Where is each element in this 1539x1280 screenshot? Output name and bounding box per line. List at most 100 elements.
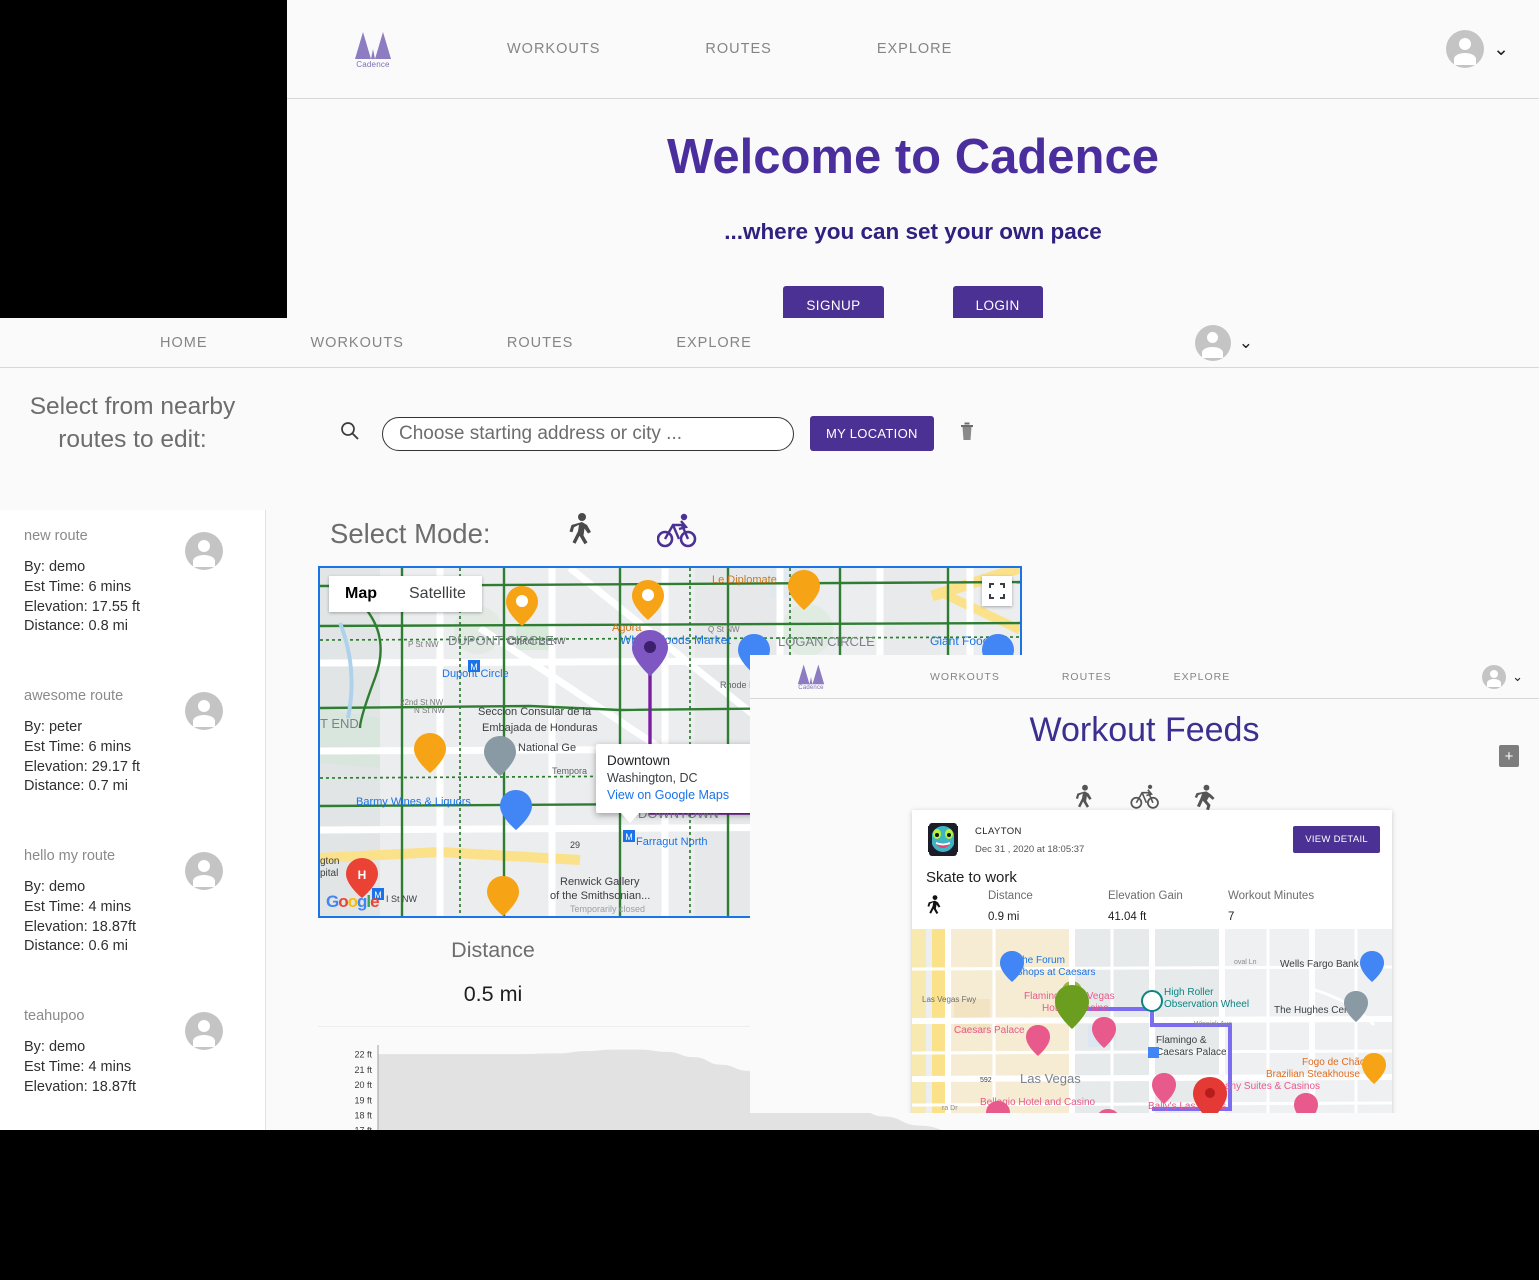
workout-feeds-window: Cadence WORKOUTS ROUTES EXPLORE ⌄ Workou… xyxy=(750,655,1539,1113)
window2-navbar: HOME WORKOUTS ROUTES EXPLORE ⌄ xyxy=(0,318,1539,368)
nav-link-routes[interactable]: ROUTES xyxy=(705,41,771,57)
mountain-logo-icon xyxy=(795,663,827,685)
route-author: By: demo xyxy=(24,1039,86,1055)
tab-satellite[interactable]: Satellite xyxy=(393,576,482,612)
nav-link-workouts[interactable]: WORKOUTS xyxy=(311,335,404,351)
stat-value: 0.9 mi xyxy=(988,911,1020,923)
search-input[interactable] xyxy=(382,416,794,451)
account-avatar-icon xyxy=(1482,664,1507,689)
y-axis-tick: 22 ft xyxy=(354,1050,372,1060)
workout-route-map[interactable]: The Forum Shops at Caesars Wells Fargo Ban… xyxy=(912,929,1392,1113)
route-author: By: demo xyxy=(24,559,86,575)
landing-window: Cadence WORKOUTS ROUTES EXPLORE ⌄ Welcom… xyxy=(287,0,1539,318)
mountain-logo-icon xyxy=(352,30,394,60)
workout-title: Skate to work xyxy=(926,869,1017,886)
route-name: new route xyxy=(24,528,88,544)
account-menu[interactable]: ⌄ xyxy=(1446,30,1509,68)
workout-card[interactable]: CLAYTON Dec 31 , 2020 at 18:05:37 VIEW D… xyxy=(912,810,1392,1113)
workout-timestamp: Dec 31 , 2020 at 18:05:37 xyxy=(975,844,1085,855)
info-title: Downtown xyxy=(607,753,671,768)
nav-link-explore[interactable]: EXPLORE xyxy=(1174,671,1231,683)
workout-user: CLAYTON xyxy=(975,826,1022,837)
logo-wordmark: Cadence xyxy=(798,684,824,691)
y-axis-tick: 18 ft xyxy=(354,1110,372,1120)
stat-value: 7 xyxy=(1228,911,1235,923)
route-time: Est Time: 6 mins xyxy=(24,578,132,595)
nav-link-workouts[interactable]: WORKOUTS xyxy=(930,671,1000,683)
bike-icon[interactable] xyxy=(656,513,697,554)
list-item[interactable]: new route By: demo Est Time: 6 mins Elev… xyxy=(0,510,265,670)
walk-icon[interactable] xyxy=(567,512,597,555)
svg-text:M: M xyxy=(625,832,633,842)
cadence-logo[interactable]: Cadence xyxy=(792,663,830,691)
mode-selector: Select Mode: xyxy=(330,512,757,555)
nav-link-routes[interactable]: ROUTES xyxy=(1062,671,1112,683)
route-time: Est Time: 4 mins xyxy=(24,898,132,915)
route-name: awesome route xyxy=(24,688,124,704)
svg-text:H: H xyxy=(358,868,367,882)
add-workout-button[interactable]: + xyxy=(1499,745,1519,767)
view-detail-button[interactable]: VIEW DETAIL xyxy=(1293,825,1380,853)
sidebar-heading: Select from nearby routes to edit: xyxy=(29,393,236,453)
card-stat-distance: Distance 0.9 mi xyxy=(988,890,1108,923)
my-location-button[interactable]: MY LOCATION xyxy=(810,416,934,451)
route-author-avatar xyxy=(185,692,223,730)
tab-map[interactable]: Map xyxy=(329,576,393,612)
route-elevation: Elevation: 18.87ft xyxy=(24,1078,137,1095)
route-distance: Distance: 0.7 mi xyxy=(24,778,128,795)
list-item[interactable]: teahupoo By: demo Est Time: 4 mins Eleva… xyxy=(0,990,265,1130)
stat-label: Workout Minutes xyxy=(1228,890,1315,902)
stat-label: Elevation Gain xyxy=(1108,890,1183,902)
route-elevation: Elevation: 18.87ft xyxy=(24,918,137,935)
route-distance: Distance: 0.8 mi xyxy=(24,618,128,635)
fullscreen-icon[interactable] xyxy=(982,576,1012,606)
login-button[interactable]: LOGIN xyxy=(952,286,1043,318)
nav-link-explore[interactable]: EXPLORE xyxy=(676,335,752,351)
workout-type-icon-cell xyxy=(926,890,988,923)
search-icon[interactable] xyxy=(340,421,360,446)
hero-subtitle: ...where you can set your own pace xyxy=(724,219,1102,244)
stat-label: Distance xyxy=(451,938,535,962)
view-on-google-maps-link[interactable]: View on Google Maps xyxy=(607,788,755,802)
cadence-logo[interactable]: Cadence xyxy=(349,30,397,69)
info-subtitle: Washington, DC xyxy=(607,771,698,785)
nav-link-workouts[interactable]: WORKOUTS xyxy=(507,41,600,57)
account-avatar-icon xyxy=(1446,30,1485,68)
window1-navbar: Cadence WORKOUTS ROUTES EXPLORE ⌄ xyxy=(287,0,1539,99)
stat-label: Distance xyxy=(988,890,1033,902)
route-author: By: peter xyxy=(24,719,83,735)
list-item[interactable]: hello my route By: demo Est Time: 4 mins… xyxy=(0,830,265,990)
avatar xyxy=(924,820,962,858)
y-axis-tick: 19 ft xyxy=(354,1095,372,1105)
stat-value: 41.04 ft xyxy=(1108,911,1147,923)
google-watermark: Google xyxy=(326,892,380,911)
nav-link-explore[interactable]: EXPLORE xyxy=(877,41,953,57)
route-author-avatar xyxy=(185,1012,223,1050)
route-distance: Distance: 0.6 mi xyxy=(24,938,128,955)
route-elevation: Elevation: 17.55 ft xyxy=(24,598,141,615)
route-name: hello my route xyxy=(24,848,116,864)
trash-icon[interactable] xyxy=(958,420,976,447)
walk-icon xyxy=(926,894,944,923)
route-name: teahupoo xyxy=(24,1008,85,1024)
account-menu[interactable]: ⌄ xyxy=(1482,664,1523,689)
card-stat-elevation: Elevation Gain 41.04 ft xyxy=(1108,890,1228,923)
stat-value: 0.5 mi xyxy=(463,982,523,1006)
stat-distance: Distance 0.5 mi xyxy=(318,938,668,1007)
card-stat-minutes: Workout Minutes 7 xyxy=(1228,890,1348,923)
route-author-avatar xyxy=(185,532,223,570)
vegas-map-pins xyxy=(986,951,1386,1113)
page-title: Workout Feeds xyxy=(1029,711,1260,749)
map-type-tabs[interactable]: Map Satellite xyxy=(329,576,482,612)
nav-link-home[interactable]: HOME xyxy=(160,335,208,351)
logo-wordmark: Cadence xyxy=(356,59,390,69)
hero-title: Welcome to Cadence xyxy=(667,130,1159,184)
signup-button[interactable]: SIGNUP xyxy=(783,286,884,318)
nav-link-routes[interactable]: ROUTES xyxy=(507,335,573,351)
list-item[interactable]: awesome route By: peter Est Time: 6 mins… xyxy=(0,670,265,830)
account-menu[interactable]: ⌄ xyxy=(1194,324,1253,361)
nearby-routes-list[interactable]: new route By: demo Est Time: 6 mins Elev… xyxy=(0,510,266,1130)
hero-section: Welcome to Cadence ...where you can set … xyxy=(287,99,1539,318)
chevron-down-icon: ⌄ xyxy=(1238,332,1253,352)
y-axis-tick: 21 ft xyxy=(354,1065,372,1075)
